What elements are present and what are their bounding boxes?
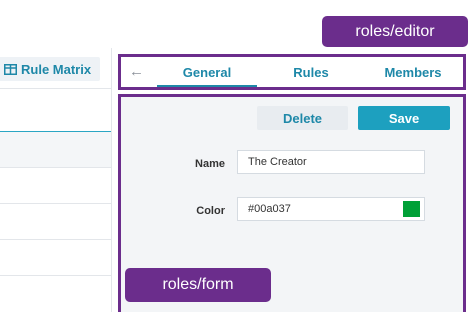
arrow-left-icon[interactable]: ← [129, 63, 145, 81]
list-item[interactable] [0, 89, 111, 131]
tab-members-label: Members [384, 64, 442, 80]
roles-list-panel: Rule Matrix [0, 48, 112, 312]
name-field[interactable]: The Creator [237, 150, 425, 174]
table-grid-icon [4, 63, 17, 75]
list-item[interactable] [0, 240, 111, 276]
list-item[interactable] [0, 204, 111, 240]
color-field-label: Color [196, 205, 225, 217]
tab-rules[interactable]: Rules [261, 57, 361, 87]
color-field-value: #00a037 [248, 203, 291, 215]
list-item[interactable] [0, 276, 111, 312]
tab-rules-label: Rules [293, 64, 329, 80]
color-swatch[interactable] [403, 201, 420, 217]
name-field-label: Name [195, 158, 225, 170]
roles-list-toolbar: Rule Matrix [0, 48, 111, 89]
rule-matrix-button[interactable]: Rule Matrix [0, 57, 100, 81]
rule-matrix-label: Rule Matrix [21, 61, 92, 77]
tab-general[interactable]: General [157, 57, 257, 87]
list-item[interactable] [0, 132, 111, 168]
editor-tab-bar: ← General Rules Members [118, 54, 466, 90]
save-button[interactable]: Save [358, 106, 450, 130]
list-item[interactable] [0, 168, 111, 204]
roles-editor-annotation: roles/editor [322, 16, 468, 47]
roles-form-annotation: roles/form [125, 268, 271, 302]
tab-members[interactable]: Members [363, 57, 463, 87]
tab-general-label: General [182, 64, 232, 80]
name-field-value: The Creator [248, 156, 307, 168]
delete-button[interactable]: Delete [257, 106, 348, 130]
color-field[interactable]: #00a037 [237, 197, 425, 221]
